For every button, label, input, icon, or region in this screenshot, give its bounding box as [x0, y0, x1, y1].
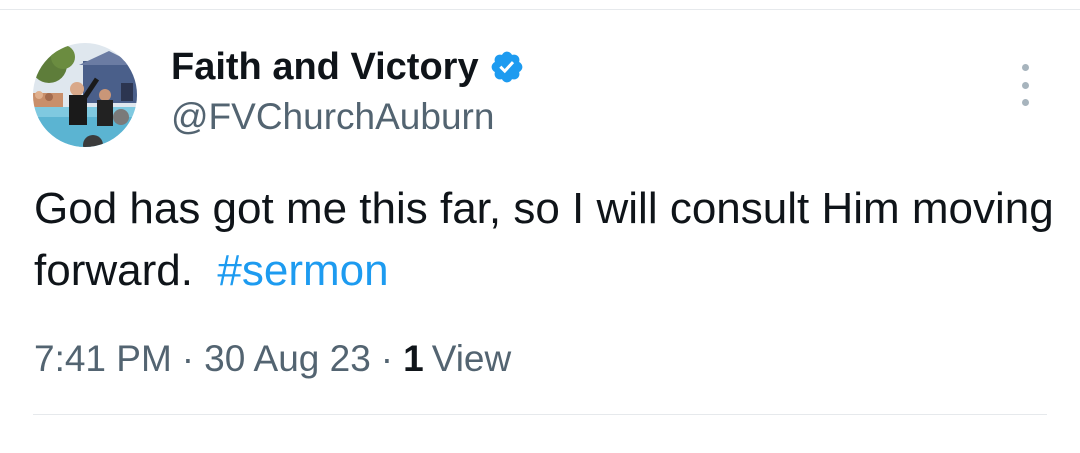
views-count: 1: [403, 338, 424, 379]
more-options-button[interactable]: [1010, 64, 1040, 106]
avatar[interactable]: [33, 43, 137, 147]
more-options-icon-dot: [1021, 81, 1029, 89]
tweet-body: God has got me this far, so I will consu…: [34, 184, 1054, 295]
tweet-meta: 7:41 PM · 30 Aug 23 · 1 View: [34, 334, 511, 384]
tweet-time[interactable]: 7:41 PM: [34, 338, 172, 380]
bottom-divider: [33, 414, 1047, 415]
hashtag-link[interactable]: #sermon: [217, 246, 388, 295]
more-options-icon-dot: [1021, 99, 1029, 106]
more-options-icon: [1021, 64, 1029, 71]
verified-badge-icon: [489, 49, 525, 85]
tweet-text: God has got me this far, so I will consu…: [34, 178, 1054, 302]
views-label[interactable]: View: [432, 338, 512, 380]
avatar-photo: [33, 43, 137, 147]
author-handle[interactable]: @FVChurchAuburn: [171, 96, 494, 138]
author-display-name[interactable]: Faith and Victory: [171, 46, 479, 89]
tweet-card: Faith and Victory @FVChurchAuburn God ha…: [0, 0, 1080, 453]
author-name-row: Faith and Victory: [171, 44, 525, 90]
tweet-date[interactable]: 30 Aug 23: [204, 338, 371, 380]
meta-separator: ·: [181, 338, 195, 379]
top-divider: [0, 9, 1080, 10]
meta-separator: ·: [380, 338, 394, 379]
